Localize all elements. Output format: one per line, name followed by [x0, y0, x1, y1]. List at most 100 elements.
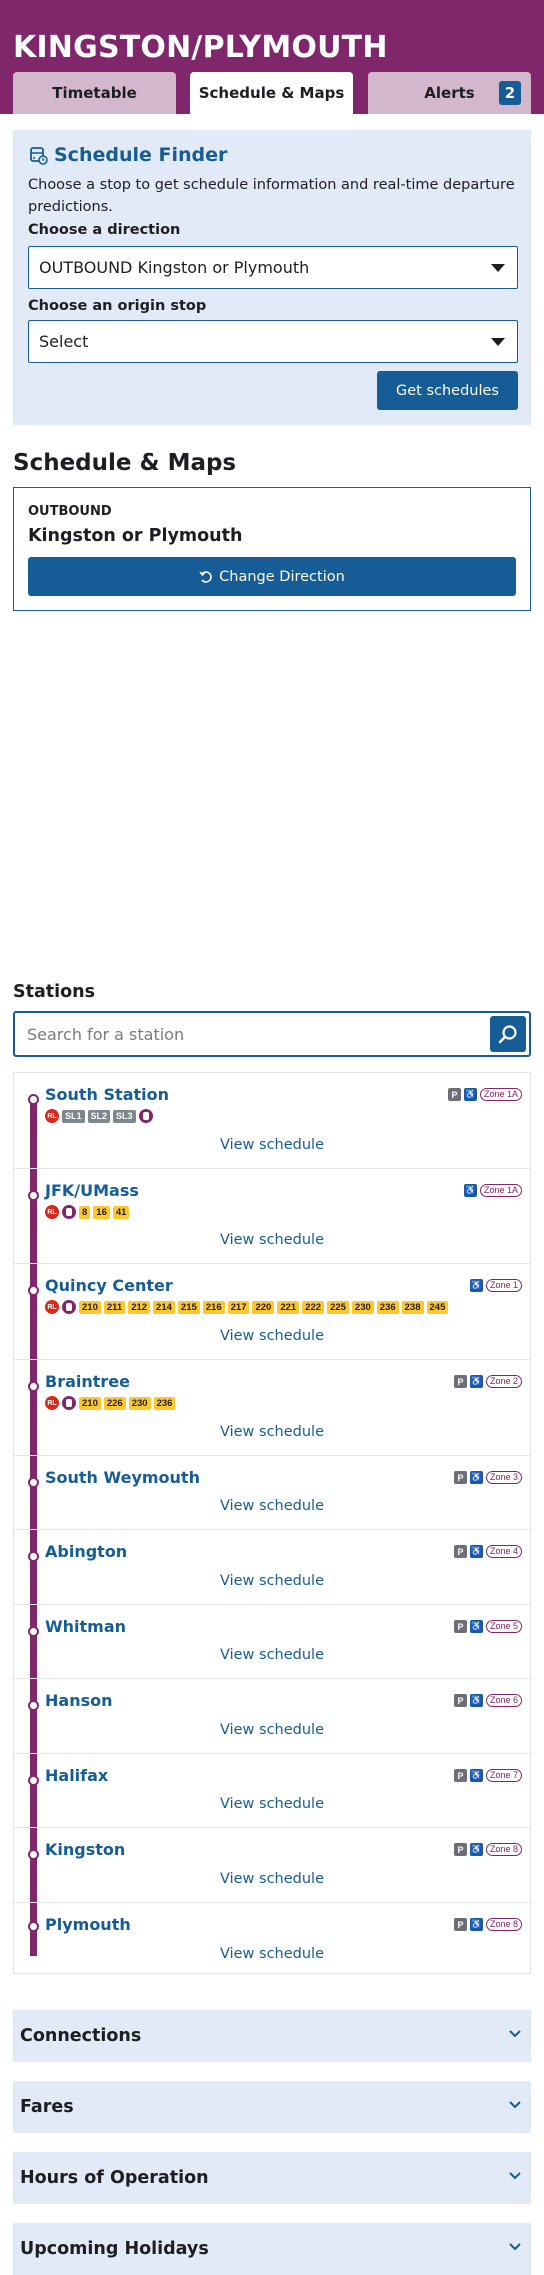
station-row: Abington P ♿ Zone 4 View schedule: [14, 1530, 530, 1605]
fare-zone-badge: Zone 1: [485, 1279, 522, 1292]
change-direction-button[interactable]: Change Direction: [28, 557, 516, 596]
schedule-finder: Schedule Finder Choose a stop to get sch…: [13, 130, 531, 425]
stop-marker-icon: [28, 1626, 39, 1637]
red-line-icon[interactable]: RL: [45, 1396, 59, 1410]
station-connections: RL SL1 SL2 SL3: [45, 1109, 153, 1123]
stop-marker-icon: [28, 1849, 39, 1860]
station-search: [13, 1011, 531, 1057]
view-schedule-link[interactable]: View schedule: [14, 1573, 530, 1589]
station-features: P ♿ Zone 6: [453, 1694, 522, 1707]
commuter-rail-icon[interactable]: [138, 1109, 153, 1123]
view-schedule-link[interactable]: View schedule: [14, 1328, 530, 1344]
bus-route-badge[interactable]: 236: [376, 1300, 399, 1314]
tab-timetable[interactable]: Timetable: [13, 72, 176, 114]
direction-select-value: OUTBOUND Kingston or Plymouth: [39, 258, 310, 277]
station-search-button[interactable]: [490, 1016, 526, 1052]
direction-label: OUTBOUND: [28, 504, 112, 519]
silver-line-badge[interactable]: SL1: [62, 1109, 85, 1123]
tab-alerts[interactable]: Alerts 2: [368, 72, 531, 114]
station-name-link[interactable]: Braintree: [45, 1372, 130, 1391]
tab-schedule-maps[interactable]: Schedule & Maps: [190, 72, 353, 114]
caret-down-icon: [491, 338, 505, 346]
bus-route-badge[interactable]: 230: [351, 1300, 374, 1314]
silver-line-badge[interactable]: SL2: [87, 1109, 111, 1123]
bus-route-badge[interactable]: 8: [79, 1205, 91, 1219]
station-name-link[interactable]: Hanson: [45, 1691, 112, 1710]
bus-route-badge[interactable]: 41: [112, 1205, 130, 1219]
view-schedule-link[interactable]: View schedule: [14, 1232, 530, 1248]
red-line-icon[interactable]: RL: [45, 1109, 59, 1123]
accordion-connections[interactable]: Connections: [13, 2010, 531, 2062]
bus-route-badge[interactable]: 222: [302, 1300, 325, 1314]
bus-route-badge[interactable]: 216: [202, 1300, 225, 1314]
accessible-icon: ♿: [469, 1545, 483, 1558]
view-schedule-link[interactable]: View schedule: [14, 1424, 530, 1440]
accordion-hours-of-operation[interactable]: Hours of Operation: [13, 2152, 531, 2204]
view-schedule-link[interactable]: View schedule: [14, 1722, 530, 1738]
view-schedule-link[interactable]: View schedule: [14, 1137, 530, 1153]
view-schedule-link[interactable]: View schedule: [14, 1871, 530, 1887]
accordion-upcoming-holidays[interactable]: Upcoming Holidays: [13, 2223, 531, 2275]
bus-route-badge[interactable]: 16: [93, 1205, 110, 1219]
station-name-link[interactable]: Abington: [45, 1542, 127, 1561]
tab-label: Alerts: [424, 84, 475, 102]
station-name-link[interactable]: Kingston: [45, 1840, 125, 1859]
bus-route-badge[interactable]: 221: [277, 1300, 300, 1314]
bus-route-badge[interactable]: 215: [177, 1300, 200, 1314]
silver-line-badge[interactable]: SL3: [113, 1109, 136, 1123]
view-schedule-link[interactable]: View schedule: [14, 1946, 530, 1962]
commuter-rail-icon[interactable]: [62, 1396, 76, 1410]
station-name-link[interactable]: Quincy Center: [45, 1276, 173, 1295]
commuter-rail-icon[interactable]: [62, 1205, 76, 1219]
bus-route-badge[interactable]: 245: [426, 1300, 449, 1314]
fare-zone-badge: Zone 6: [485, 1694, 522, 1707]
bus-route-badge[interactable]: 225: [327, 1300, 349, 1314]
bus-route-badge[interactable]: 210: [79, 1396, 101, 1410]
bus-route-badge[interactable]: 214: [153, 1300, 175, 1314]
station-name-link[interactable]: Plymouth: [45, 1915, 131, 1934]
red-line-icon[interactable]: RL: [45, 1205, 59, 1219]
origin-stop-label: Choose an origin stop: [28, 298, 207, 314]
fare-zone-badge: Zone 8: [485, 1843, 522, 1856]
fare-zone-badge: Zone 1A: [479, 1088, 522, 1101]
fare-zone-badge: Zone 5: [485, 1620, 522, 1633]
parking-icon: P: [453, 1694, 467, 1707]
commuter-rail-icon[interactable]: [62, 1300, 76, 1314]
bus-route-badge[interactable]: 211: [103, 1300, 126, 1314]
bus-route-badge[interactable]: 238: [401, 1300, 424, 1314]
accordion-fares[interactable]: Fares: [13, 2081, 531, 2133]
bus-route-badge[interactable]: 226: [103, 1396, 126, 1410]
red-line-icon[interactable]: RL: [45, 1300, 59, 1314]
station-name-link[interactable]: JFK/UMass: [45, 1181, 139, 1200]
bus-route-badge[interactable]: 210: [79, 1300, 101, 1314]
station-name-link[interactable]: Whitman: [45, 1617, 126, 1636]
bus-route-badge[interactable]: 230: [128, 1396, 151, 1410]
view-schedule-link[interactable]: View schedule: [14, 1796, 530, 1812]
accessible-icon: ♿: [469, 1769, 483, 1782]
get-schedules-button[interactable]: Get schedules: [377, 371, 518, 410]
station-row: Whitman P ♿ Zone 5 View schedule: [14, 1605, 530, 1679]
search-icon: [498, 1025, 517, 1044]
station-row: Braintree P ♿ Zone 2 RL 210 226 230 236 View sche…: [14, 1360, 530, 1456]
station-name-link[interactable]: South Weymouth: [45, 1468, 200, 1487]
accessible-icon: ♿: [463, 1088, 477, 1101]
parking-icon: P: [453, 1471, 467, 1484]
accordion-label: Upcoming Holidays: [20, 2239, 209, 2259]
station-name-link[interactable]: Halifax: [45, 1766, 108, 1785]
station-name-link[interactable]: South Station: [45, 1085, 169, 1104]
view-schedule-link[interactable]: View schedule: [14, 1498, 530, 1514]
fare-zone-badge: Zone 8: [485, 1918, 522, 1931]
bus-route-badge[interactable]: 236: [153, 1396, 176, 1410]
view-schedule-link[interactable]: View schedule: [14, 1647, 530, 1663]
station-search-input[interactable]: [27, 1013, 467, 1055]
direction-label: Choose a direction: [28, 222, 181, 238]
chevron-down-icon: [509, 2101, 521, 2109]
origin-stop-select[interactable]: Select: [28, 320, 518, 363]
bus-route-badge[interactable]: 217: [227, 1300, 250, 1314]
accordion-label: Fares: [20, 2097, 74, 2117]
stop-marker-icon: [28, 1775, 39, 1786]
direction-select[interactable]: OUTBOUND Kingston or Plymouth: [28, 246, 518, 289]
stop-marker-icon: [28, 1190, 39, 1201]
bus-route-badge[interactable]: 212: [128, 1300, 151, 1314]
bus-route-badge[interactable]: 220: [252, 1300, 275, 1314]
